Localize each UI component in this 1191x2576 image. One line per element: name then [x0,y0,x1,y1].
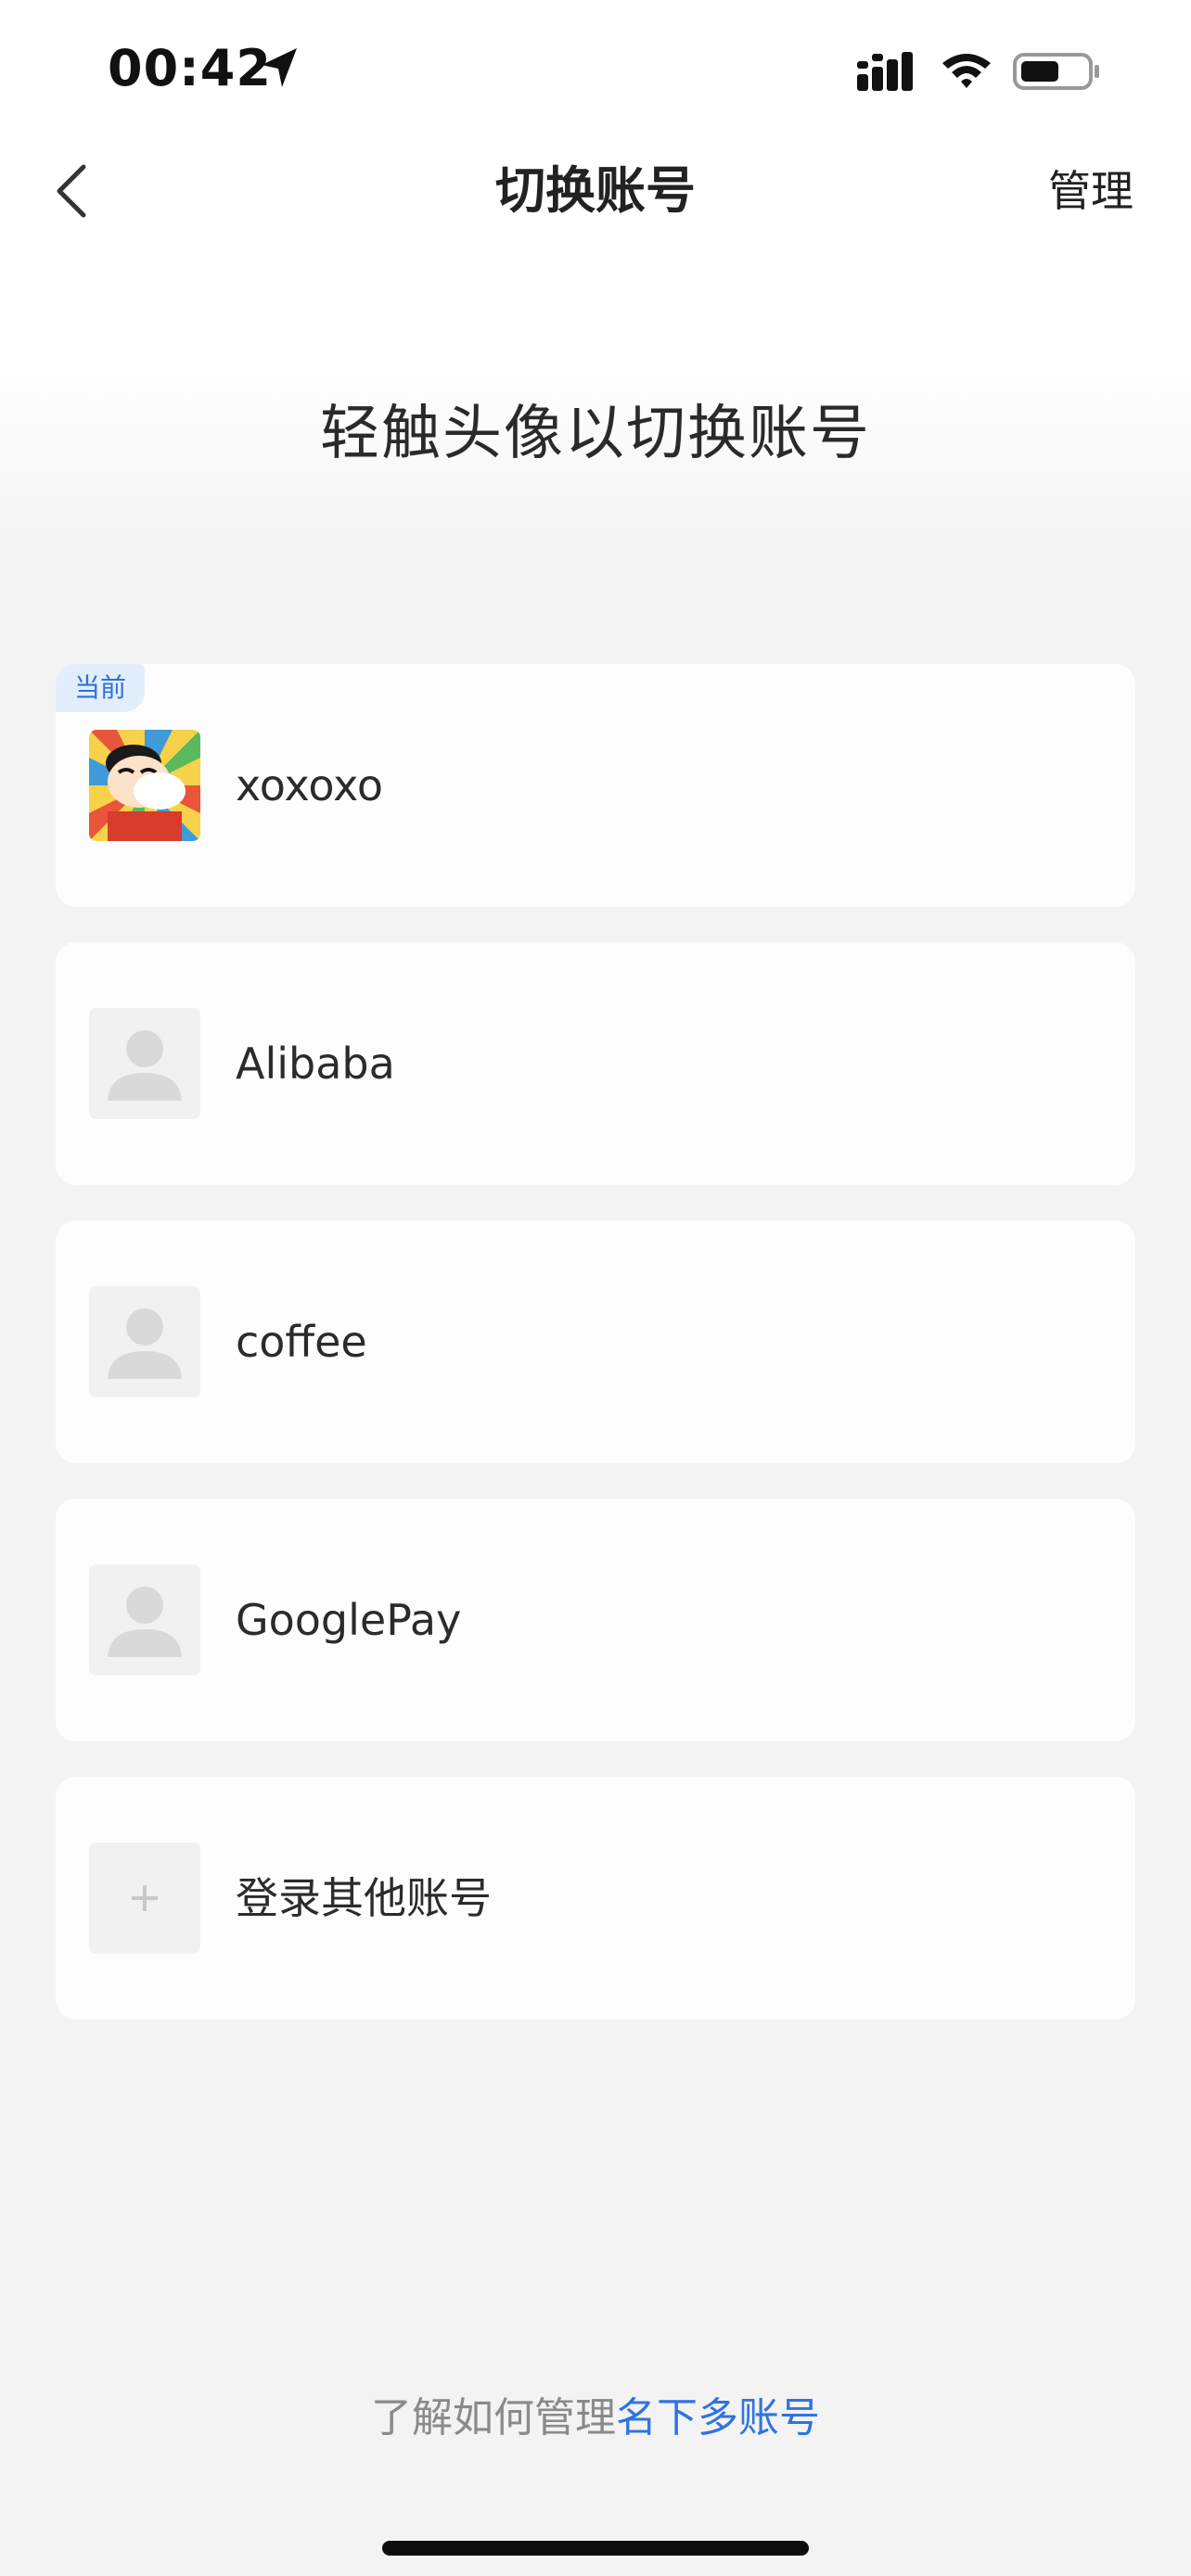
account-name: coffee [236,1317,367,1367]
account-list: 当前 xoxoxo Alibaba coffee GooglePay 登录其他账… [56,664,1135,2055]
signal-icon [857,52,913,91]
default-person-icon[interactable] [89,1564,200,1676]
account-card[interactable]: GooglePay [56,1498,1135,1741]
account-card-current[interactable]: 当前 xoxoxo [56,664,1135,907]
location-arrow-icon [262,48,297,87]
account-card[interactable]: coffee [56,1220,1135,1463]
current-badge: 当前 [56,664,145,712]
cartoon-avatar[interactable] [89,730,200,841]
account-name: GooglePay [236,1595,462,1645]
account-name: xoxoxo [236,760,384,810]
battery-icon [1013,53,1099,90]
status-bar: 00:42 [0,0,1191,139]
add-account-label: 登录其他账号 [236,1873,492,1923]
status-time: 00:42 [108,39,272,97]
home-indicator[interactable] [382,2541,809,2556]
footer-static-text: 了解如何管理 [371,2394,616,2442]
account-name: Alibaba [236,1039,395,1089]
manage-button[interactable]: 管理 [1048,158,1133,224]
multi-account-help-link[interactable]: 名下多账号 [616,2394,820,2442]
footer-help: 了解如何管理名下多账号 [0,2389,1191,2448]
account-card[interactable]: Alibaba [56,942,1135,1185]
page-title: 切换账号 [495,161,696,220]
switch-hint: 轻触头像以切换账号 [320,400,871,468]
add-account-card[interactable]: 登录其他账号 [56,1777,1135,2020]
chevron-left-icon[interactable] [48,158,100,224]
default-person-icon[interactable] [89,1286,200,1397]
default-person-icon[interactable] [89,1008,200,1119]
wifi-icon [942,54,991,88]
plus-icon[interactable] [89,1843,200,1954]
